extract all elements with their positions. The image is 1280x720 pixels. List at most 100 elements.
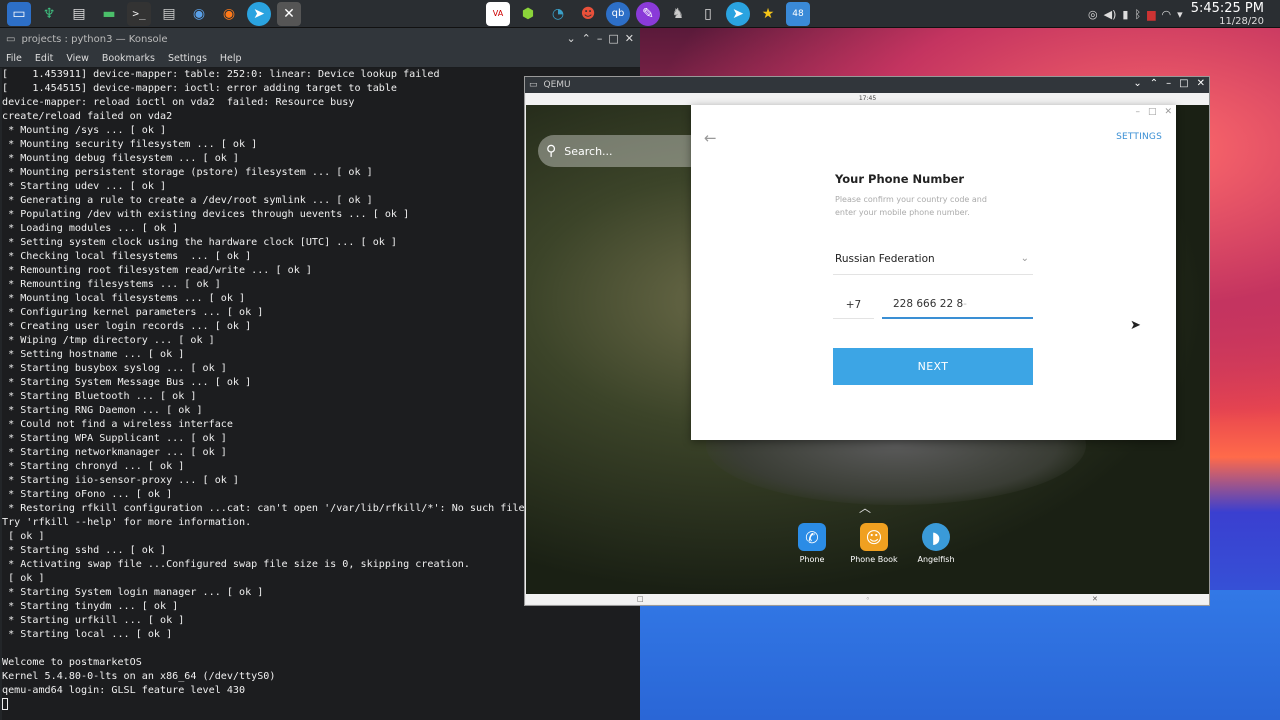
terminal-line: * Starting local ... [ ok ]: [2, 629, 173, 640]
media-icon[interactable]: VA: [486, 1, 510, 26]
close-icon[interactable]: ✕: [1197, 78, 1205, 89]
minimize-icon[interactable]: –: [597, 32, 603, 45]
menu-view[interactable]: View: [66, 53, 89, 64]
app-label: Angelfish: [917, 555, 955, 564]
robot-icon[interactable]: ☻: [576, 2, 600, 26]
taskbar: ▭ ♆ ▤ ▬ >_ ▤ ◉ ◉ ➤ ✕ VA ⬢ ◔ ☻ qb ✎ ♞ ▯ ➤…: [0, 0, 1280, 28]
maximize-icon[interactable]: □: [1148, 107, 1157, 117]
country-value: Russian Federation: [835, 252, 935, 265]
telegram-icon-2[interactable]: ➤: [726, 1, 750, 26]
archive-icon[interactable]: ▤: [157, 2, 181, 26]
konsole-menu-icon[interactable]: ▭: [6, 34, 15, 45]
store-icon[interactable]: ▤: [67, 2, 91, 26]
speedometer-icon[interactable]: ◔: [546, 2, 570, 26]
terminal-line: qemu-amd64 login: GLSL feature level 430: [2, 685, 246, 696]
system-tray: ◎ ◀) ▮ ᛒ ▆ ◠ ▾: [1088, 8, 1183, 21]
dialog-window-controls: – □ ✕: [1135, 107, 1172, 117]
phone-number-value: 228 666 22 8: [893, 298, 964, 310]
terminal-line: Welcome to postmarketOS: [2, 657, 142, 668]
close-icon[interactable]: ✕: [1164, 107, 1172, 117]
qemu-window-controls: ⌄ ⌃ – □ ✕: [1133, 78, 1205, 89]
menu-bookmarks[interactable]: Bookmarks: [102, 53, 155, 64]
konsole-menubar: File Edit View Bookmarks Settings Help: [0, 50, 640, 68]
files-icon[interactable]: ▬: [97, 2, 121, 26]
next-button[interactable]: NEXT: [833, 348, 1033, 385]
record-icon[interactable]: ◎: [1088, 8, 1098, 21]
qemu-menu-icon[interactable]: ▭: [529, 80, 538, 90]
clock[interactable]: 5:45:25 PM 11/28/20: [1191, 2, 1264, 27]
app-phone[interactable]: ✆ Phone: [790, 523, 834, 564]
qemu-screen[interactable]: 17:45 ⚲ Search... – □ ✕ ← SETTINGS Your …: [526, 93, 1209, 604]
country-code-field[interactable]: +7: [833, 291, 874, 319]
clock-date: 11/28/20: [1219, 15, 1264, 27]
hat-icon[interactable]: ♞: [666, 2, 690, 26]
konsole-titlebar[interactable]: ▭ projects : python3 — Konsole ⌄ ⌃ – □ ✕: [0, 28, 640, 50]
maximize-icon[interactable]: □: [608, 32, 618, 45]
overview-icon[interactable]: □: [637, 595, 644, 603]
start-menu-icon[interactable]: ▭: [7, 1, 31, 26]
phone-status-bar: 17:45: [526, 93, 1209, 105]
menu-edit[interactable]: Edit: [35, 53, 53, 64]
konsole-title: projects : python3 — Konsole: [21, 33, 168, 45]
app-label: Phone Book: [850, 555, 898, 564]
qemu-titlebar[interactable]: ▭ QEMU ⌄ ⌃ – □ ✕: [525, 77, 1209, 93]
settings-link[interactable]: SETTINGS: [1116, 132, 1162, 142]
app-phone-book[interactable]: ☺ Phone Book: [850, 523, 898, 564]
taskbar-left: ▭ ♆ ▤ ▬ >_ ▤ ◉ ◉ ➤ ✕: [4, 1, 304, 26]
country-select[interactable]: Russian Federation ⌄: [833, 243, 1033, 275]
telegram-login-dialog: – □ ✕ ← SETTINGS Your Phone Number Pleas…: [691, 105, 1176, 440]
wallpaper-sea: [640, 590, 1280, 720]
back-arrow-icon[interactable]: ←: [704, 129, 717, 147]
flag-icon[interactable]: ▆: [1147, 8, 1155, 21]
close-app-icon[interactable]: ✕: [1092, 595, 1098, 603]
terminal-icon[interactable]: >_: [127, 1, 151, 26]
konsole-window-controls: ⌄ ⌃ – □ ✕: [566, 32, 634, 45]
document-icon[interactable]: ▯: [696, 2, 720, 26]
phone-number-field[interactable]: 228 666 22 8-: [882, 291, 1033, 319]
menu-help[interactable]: Help: [220, 53, 242, 64]
star-icon[interactable]: ★: [756, 2, 780, 26]
clock-time: 5:45:25 PM: [1190, 0, 1264, 16]
close-icon[interactable]: ✕: [277, 1, 301, 26]
menu-settings[interactable]: Settings: [168, 53, 207, 64]
maximize-icon[interactable]: □: [1179, 78, 1188, 89]
home-icon[interactable]: ◦: [866, 595, 870, 603]
qemu-title: QEMU: [543, 80, 571, 90]
calculator-icon[interactable]: 48: [786, 1, 810, 26]
browser-icon[interactable]: ◉: [187, 2, 211, 26]
dialog-title: Your Phone Number: [835, 172, 965, 186]
angelfish-icon: ◗: [922, 523, 950, 551]
search-placeholder: Search...: [564, 144, 613, 158]
dialog-subtitle: Please confirm your country code and ent…: [835, 195, 987, 217]
app-angelfish[interactable]: ◗ Angelfish: [914, 523, 958, 564]
minimize-icon[interactable]: –: [1135, 107, 1140, 117]
mouse-cursor-icon: ➤: [1130, 318, 1141, 333]
phone-icon: ✆: [798, 523, 826, 551]
chevron-up-icon[interactable]: ︿: [859, 499, 871, 516]
menu-file[interactable]: File: [6, 53, 22, 64]
chevron-up-icon[interactable]: ⌃: [1150, 78, 1158, 89]
chevron-up-icon[interactable]: ▾: [1177, 8, 1183, 21]
close-icon[interactable]: ✕: [625, 32, 634, 45]
battery-icon[interactable]: ▮: [1122, 8, 1128, 21]
chevron-down-icon[interactable]: ⌄: [1133, 78, 1141, 89]
terminal-cursor: [2, 698, 8, 710]
search-icon: ⚲: [546, 143, 557, 159]
phone-number-placeholder: -: [963, 298, 967, 310]
chevron-up-icon[interactable]: ⌃: [582, 32, 591, 45]
taskbar-right: ◎ ◀) ▮ ᛒ ▆ ◠ ▾ 5:45:25 PM 11/28/20: [1088, 0, 1280, 28]
volume-icon[interactable]: ◀): [1104, 8, 1117, 21]
app-label: Phone: [799, 555, 825, 564]
qbittorrent-icon[interactable]: qb: [606, 1, 630, 26]
app-manager-icon[interactable]: ♆: [37, 2, 61, 26]
minimize-icon[interactable]: –: [1166, 78, 1171, 89]
telegram-icon[interactable]: ➤: [247, 1, 271, 26]
wifi-icon[interactable]: ◠: [1162, 8, 1172, 21]
bluetooth-icon[interactable]: ᛒ: [1134, 8, 1141, 21]
chevron-down-icon[interactable]: ⌄: [566, 32, 575, 45]
cube-icon[interactable]: ⬢: [516, 2, 540, 26]
color-icon[interactable]: ✎: [636, 1, 660, 26]
firefox-icon[interactable]: ◉: [217, 2, 241, 26]
terminal-line: * Starting urfkill ... [ ok ]: [2, 615, 185, 626]
